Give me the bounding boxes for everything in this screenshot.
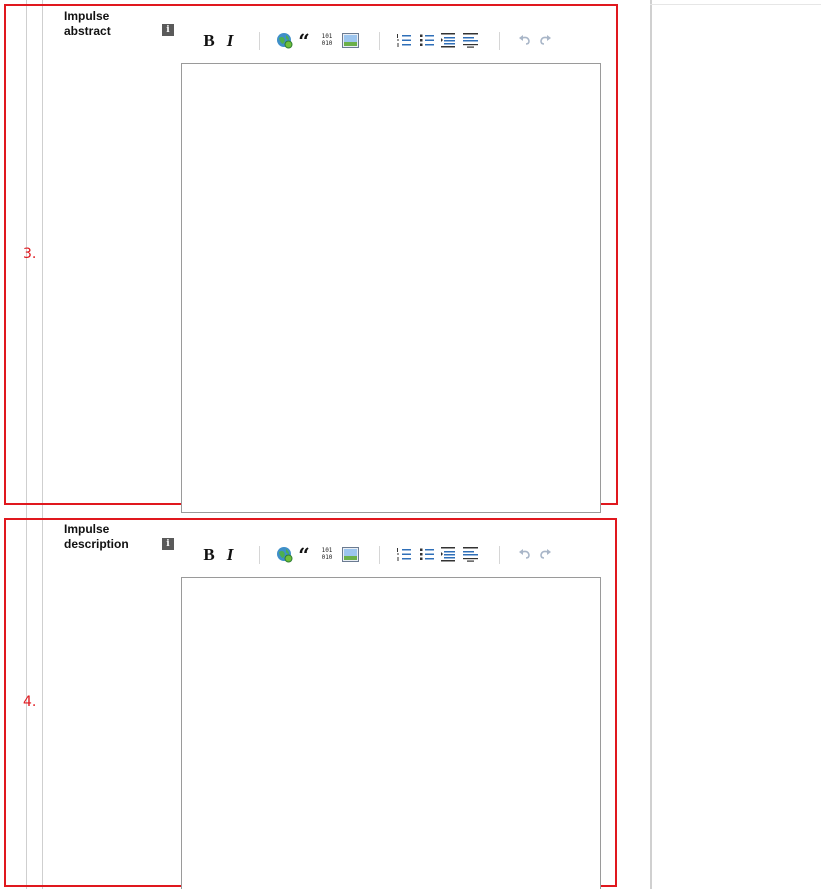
- indent-icon: [441, 547, 455, 562]
- unordered-list-button[interactable]: [419, 547, 435, 562]
- section-number: 4.: [23, 694, 37, 710]
- redo-button[interactable]: [539, 34, 552, 46]
- ordered-list-button[interactable]: [396, 547, 412, 562]
- outdent-icon: [463, 33, 478, 48]
- code-icon-bottom: 010: [321, 554, 333, 561]
- info-icon[interactable]: i: [162, 538, 174, 550]
- field-label-line: abstract: [64, 24, 111, 38]
- image-button[interactable]: [342, 547, 359, 562]
- code-icon-bottom: 010: [321, 40, 333, 47]
- image-icon: [342, 547, 359, 562]
- redo-icon: [540, 549, 551, 559]
- impulse-abstract-editor[interactable]: [181, 63, 601, 513]
- code-icon-top: 101: [321, 33, 333, 40]
- redo-icon: [540, 35, 551, 45]
- undo-button[interactable]: [518, 34, 531, 46]
- code-icon-top: 101: [321, 547, 333, 554]
- link-globe-button[interactable]: [276, 32, 293, 49]
- field-label-line: Impulse: [64, 9, 110, 23]
- section-number: 3.: [23, 246, 37, 262]
- toolbar-separator: [379, 32, 380, 50]
- info-icon[interactable]: i: [162, 24, 174, 36]
- ordered-list-icon: [397, 34, 411, 47]
- blockquote-button[interactable]: “: [297, 29, 311, 53]
- top-border: [650, 4, 821, 5]
- toolbar-separator: [499, 32, 500, 50]
- redo-button[interactable]: [539, 548, 552, 560]
- indent-icon: [441, 33, 455, 48]
- toolbar-separator: [259, 546, 260, 564]
- field-label-impulse-description: Impulse description: [64, 522, 144, 552]
- undo-button[interactable]: [518, 548, 531, 560]
- toolbar-separator: [499, 546, 500, 564]
- indent-button[interactable]: [441, 32, 456, 48]
- field-label-line: description: [64, 537, 129, 551]
- image-icon: [342, 33, 359, 48]
- image-button[interactable]: [342, 33, 359, 48]
- outdent-button[interactable]: [463, 32, 479, 48]
- italic-button[interactable]: I: [224, 31, 236, 51]
- outdent-button[interactable]: [463, 546, 479, 562]
- impulse-description-editor[interactable]: [181, 577, 601, 889]
- blockquote-button[interactable]: “: [297, 543, 311, 567]
- undo-icon: [519, 549, 530, 559]
- unordered-list-icon: [420, 34, 434, 46]
- indent-button[interactable]: [441, 546, 456, 562]
- field-label-line: Impulse: [64, 522, 110, 536]
- link-globe-icon: [277, 547, 293, 563]
- outdent-icon: [463, 547, 478, 562]
- link-globe-icon: [277, 33, 293, 49]
- toolbar-separator: [379, 546, 380, 564]
- bold-button[interactable]: B: [202, 545, 216, 565]
- column-divider: [650, 0, 652, 889]
- link-globe-button[interactable]: [276, 546, 293, 563]
- bold-button[interactable]: B: [202, 31, 216, 51]
- unordered-list-button[interactable]: [419, 33, 435, 48]
- toolbar-separator: [259, 32, 260, 50]
- code-button[interactable]: 101 010: [319, 32, 335, 48]
- unordered-list-icon: [420, 548, 434, 560]
- undo-icon: [519, 35, 530, 45]
- ordered-list-icon: [397, 548, 411, 561]
- code-button[interactable]: 101 010: [319, 546, 335, 562]
- ordered-list-button[interactable]: [396, 33, 412, 48]
- field-label-impulse-abstract: Impulse abstract: [64, 9, 144, 39]
- italic-button[interactable]: I: [224, 545, 236, 565]
